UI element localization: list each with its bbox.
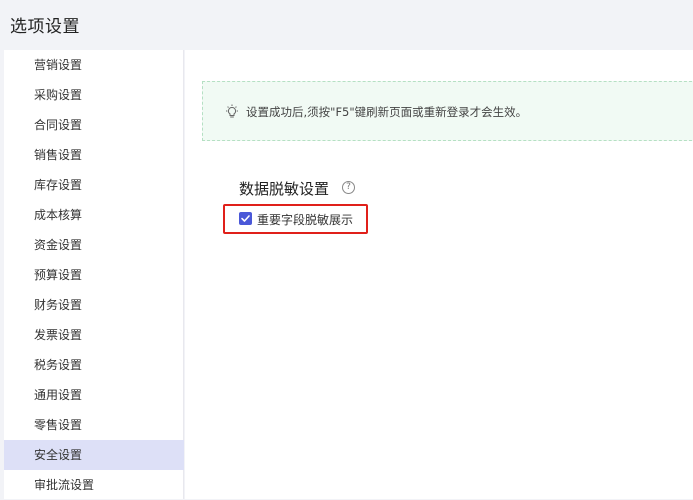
sidebar-item-sales[interactable]: 销售设置 [4, 140, 184, 170]
sidebar-item-tax[interactable]: 税务设置 [4, 350, 184, 380]
sidebar-item-contract[interactable]: 合同设置 [4, 110, 184, 140]
sidebar-item-label: 库存设置 [34, 178, 83, 192]
sidebar-item-general[interactable]: 通用设置 [4, 380, 184, 410]
main-content: 设置成功后,须按"F5"键刷新页面或重新登录才会生效。 数据脱敏设置 ? 重要字… [185, 50, 693, 499]
sidebar-item-funds[interactable]: 资金设置 [4, 230, 184, 260]
sidebar-item-retail[interactable]: 零售设置 [4, 410, 184, 440]
sidebar-item-label: 营销设置 [34, 58, 83, 72]
sidebar-nav: 营销设置 采购设置 合同设置 销售设置 库存设置 成本核算 资金设置 预算设置 … [4, 50, 184, 499]
sidebar-item-finance[interactable]: 财务设置 [4, 290, 184, 320]
sidebar-item-label: 财务设置 [34, 298, 83, 312]
sidebar-item-invoice[interactable]: 发票设置 [4, 320, 184, 350]
notice-banner: 设置成功后,须按"F5"键刷新页面或重新登录才会生效。 [202, 81, 693, 141]
checkmark-icon [241, 215, 250, 222]
section-title: 数据脱敏设置 [239, 180, 330, 198]
sidebar-item-label: 零售设置 [34, 418, 83, 432]
notice-text: 设置成功后,须按"F5"键刷新页面或重新登录才会生效。 [246, 105, 528, 119]
sidebar-item-label: 成本核算 [34, 208, 83, 222]
sidebar-item-label: 资金设置 [34, 238, 83, 252]
page-header: 选项设置 [0, 0, 693, 50]
sidebar-item-label: 通用设置 [34, 388, 83, 402]
sidebar-item-purchase[interactable]: 采购设置 [4, 80, 184, 110]
sidebar-item-label: 合同设置 [34, 118, 83, 132]
mask-fields-checkbox[interactable] [239, 212, 252, 225]
sidebar-item-marketing[interactable]: 营销设置 [4, 50, 184, 80]
mask-fields-label[interactable]: 重要字段脱敏展示 [257, 211, 353, 228]
sidebar-item-label: 预算设置 [34, 268, 83, 282]
sidebar-item-budget[interactable]: 预算设置 [4, 260, 184, 290]
sidebar-item-label: 销售设置 [34, 148, 83, 162]
sidebar-item-inventory[interactable]: 库存设置 [4, 170, 184, 200]
page-title: 选项设置 [10, 17, 80, 37]
sidebar-item-label: 安全设置 [34, 448, 83, 462]
sidebar-item-label: 发票设置 [34, 328, 83, 342]
lightbulb-icon [225, 104, 239, 120]
question-circle-icon[interactable]: ? [342, 181, 355, 194]
sidebar-item-approval-flow[interactable]: 审批流设置 [4, 470, 184, 500]
sidebar-item-label: 采购设置 [34, 88, 83, 102]
sidebar-item-costing[interactable]: 成本核算 [4, 200, 184, 230]
sidebar-item-label: 税务设置 [34, 358, 83, 372]
sidebar-item-label: 审批流设置 [34, 478, 95, 492]
sidebar-item-security[interactable]: 安全设置 [4, 440, 184, 470]
